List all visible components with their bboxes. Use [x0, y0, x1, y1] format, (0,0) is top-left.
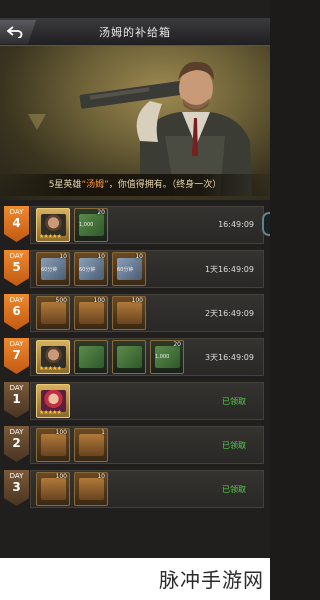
- reward-item-crate[interactable]: 1: [74, 428, 108, 462]
- scroll-handle[interactable]: [262, 212, 270, 236]
- day-number: 4: [12, 216, 21, 230]
- claimed-status: 已领取: [222, 485, 246, 494]
- caption-suffix: ，你值得拥有。（终身一次）: [108, 180, 222, 190]
- item-quantity: 500: [55, 297, 67, 304]
- reward-row[interactable]: DAY 4 ★★★★★ 20 1,000 16:49:09: [0, 204, 270, 248]
- hero-banner: 5星英雄“汤姆”，你值得拥有。（终身一次）: [0, 46, 270, 200]
- caption-prefix: 5星英雄: [48, 180, 82, 190]
- watermark-strip: 脉冲手游网: [0, 558, 270, 600]
- item-quantity: 10: [59, 253, 67, 260]
- item-quantity: 20: [173, 341, 181, 348]
- item-label: 60分钟: [79, 267, 96, 273]
- banner-caption: 5星英雄“汤姆”，你值得拥有。（终身一次）: [0, 174, 270, 196]
- crate-icon: [41, 434, 66, 456]
- day-number: 2: [12, 436, 21, 450]
- day-badge: DAY 6: [4, 294, 29, 330]
- reward-row[interactable]: DAY 6 500 100 100 2天16:49:09: [0, 292, 270, 336]
- day-number: 3: [12, 480, 21, 494]
- cash-icon: [117, 346, 142, 368]
- reward-item-cash[interactable]: 20 1,000: [74, 208, 108, 242]
- reward-item-tool[interactable]: 10 60分钟: [112, 252, 146, 286]
- watermark-text: 脉冲手游网: [159, 568, 264, 592]
- reward-row[interactable]: DAY 2 100 1 已领取: [0, 424, 270, 468]
- reward-item-crate[interactable]: 100: [74, 296, 108, 330]
- day-number: 7: [12, 348, 21, 362]
- crate-icon: [41, 478, 66, 500]
- reward-item-crate[interactable]: 100: [36, 472, 70, 506]
- day-badge: DAY 3: [4, 470, 29, 506]
- countdown-timer: 16:49:09: [218, 220, 254, 229]
- reward-item-hero2[interactable]: ★★★★★: [36, 384, 70, 418]
- item-quantity: 100: [55, 473, 67, 480]
- reward-item-cash[interactable]: 20 1,000: [150, 340, 184, 374]
- star-rating-icon: ★★★★★: [39, 409, 62, 416]
- item-label: 60分钟: [117, 267, 134, 273]
- reward-item-hero[interactable]: ★★★★★: [36, 340, 70, 374]
- supply-box-screen: 汤姆的补给箱 5星英雄“汤姆”，你值得拥有。（终身一次） DAY 4 ★★★★★ 20…: [0, 0, 270, 600]
- day-number: 5: [12, 260, 21, 274]
- item-quantity: 100: [55, 429, 67, 436]
- star-rating-icon: ★★★★★: [39, 233, 62, 240]
- item-label: 60分钟: [41, 267, 58, 273]
- item-quantity: 100: [131, 297, 143, 304]
- crate-icon: [41, 302, 66, 324]
- day-badge: DAY 4: [4, 206, 29, 242]
- page-title: 汤姆的补给箱: [99, 26, 171, 39]
- item-quantity: 20: [97, 209, 105, 216]
- crate-icon: [79, 478, 104, 500]
- star-rating-icon: ★★★★★: [39, 365, 62, 372]
- item-quantity: 10: [135, 253, 143, 260]
- day-badge: DAY 1: [4, 382, 29, 418]
- reward-item-crate[interactable]: 500: [36, 296, 70, 330]
- countdown-timer: 2天16:49:09: [204, 309, 254, 318]
- item-quantity: 10: [97, 253, 105, 260]
- reward-row[interactable]: DAY 7 ★★★★★ 20 1,000 3天16:49:09: [0, 336, 270, 380]
- day-badge: DAY 2: [4, 426, 29, 462]
- day-number: 1: [12, 392, 21, 406]
- item-quantity: 1: [101, 429, 105, 436]
- reward-item-tool[interactable]: 10 60分钟: [74, 252, 108, 286]
- reward-item-cash[interactable]: [74, 340, 108, 374]
- crate-icon: [79, 302, 104, 324]
- reward-item-crate[interactable]: 100: [36, 428, 70, 462]
- crate-icon: [79, 434, 104, 456]
- item-label: 1,000: [155, 354, 170, 360]
- header-bar: 汤姆的补给箱: [0, 18, 270, 46]
- caption-hero-name: “汤姆”: [81, 180, 109, 190]
- item-quantity: 100: [93, 297, 105, 304]
- triangle-decor-icon: [28, 114, 46, 130]
- reward-item-crate[interactable]: 10: [74, 472, 108, 506]
- reward-row[interactable]: DAY 5 10 60分钟 10 60分钟 10 60分钟 1天16:49:09: [0, 248, 270, 292]
- reward-row[interactable]: DAY 3 100 10 已领取: [0, 468, 270, 512]
- reward-item-cash[interactable]: [112, 340, 146, 374]
- countdown-timer: 1天16:49:09: [204, 265, 254, 274]
- day-badge: DAY 5: [4, 250, 29, 286]
- crate-icon: [117, 302, 142, 324]
- cash-icon: [79, 346, 104, 368]
- reward-item-crate[interactable]: 100: [112, 296, 146, 330]
- day-number: 6: [12, 304, 21, 318]
- reward-row[interactable]: DAY 1 ★★★★★ 已领取: [0, 380, 270, 424]
- item-quantity: 10: [97, 473, 105, 480]
- reward-item-tool[interactable]: 10 60分钟: [36, 252, 70, 286]
- day-badge: DAY 7: [4, 338, 29, 374]
- reward-item-hero[interactable]: ★★★★★: [36, 208, 70, 242]
- countdown-timer: 3天16:49:09: [204, 353, 254, 362]
- claimed-status: 已领取: [222, 441, 246, 450]
- item-label: 1,000: [79, 222, 94, 228]
- claimed-status: 已领取: [222, 397, 246, 406]
